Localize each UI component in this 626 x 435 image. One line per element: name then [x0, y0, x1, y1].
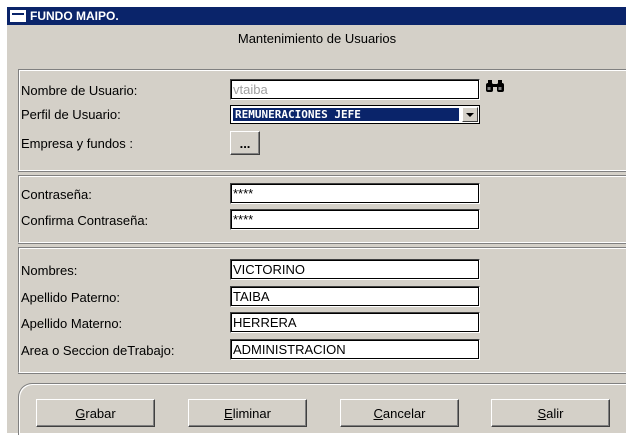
exit-button[interactable]: Salir: [491, 399, 610, 427]
company-label: Empresa y fundos :: [21, 136, 133, 151]
cancel-button-mnemonic: C: [373, 405, 383, 421]
window-title: FUNDO MAIPO.: [30, 9, 119, 23]
profile-dropdown-button[interactable]: [462, 107, 478, 122]
window-icon: [10, 10, 26, 22]
work-area-label: Area o Seccion deTrabajo:: [21, 343, 175, 358]
company-picker-button[interactable]: ...: [230, 131, 260, 155]
confirm-password-label: Confirma Contraseña:: [21, 213, 149, 228]
main-window: FUNDO MAIPO. Mantenimiento de Usuarios N…: [6, 6, 626, 435]
delete-button-mnemonic: E: [224, 405, 233, 421]
paternal-surname-field[interactable]: TAIBA: [230, 286, 480, 307]
confirm-password-field[interactable]: ****: [230, 209, 480, 230]
username-field[interactable]: vtaiba: [230, 79, 480, 100]
profile-label: Perfil de Usuario:: [21, 107, 121, 122]
save-button-mnemonic: G: [75, 405, 86, 421]
title-bar[interactable]: FUNDO MAIPO.: [7, 7, 626, 25]
form-title: Mantenimiento de Usuarios: [237, 31, 397, 46]
password-label: Contraseña:: [21, 187, 92, 202]
save-button-label: rabar: [85, 405, 116, 421]
binoculars-icon[interactable]: [485, 79, 505, 93]
save-button[interactable]: Grabar: [36, 399, 155, 427]
paternal-surname-label: Apellido Paterno:: [21, 290, 121, 305]
maternal-surname-label: Apellido Materno:: [21, 316, 123, 331]
profile-select[interactable]: REMUNERACIONES JEFE: [230, 105, 480, 124]
names-label: Nombres:: [21, 263, 78, 278]
exit-button-label: alir: [546, 405, 564, 421]
exit-button-mnemonic: S: [537, 405, 547, 421]
profile-selected-value: REMUNERACIONES JEFE: [233, 108, 459, 121]
delete-button[interactable]: Eliminar: [188, 399, 307, 427]
password-field[interactable]: ****: [230, 183, 480, 204]
cancel-button-label: ancelar: [382, 405, 426, 421]
username-label: Nombre de Usuario:: [21, 83, 138, 98]
chevron-down-icon: [466, 112, 474, 117]
cancel-button[interactable]: Cancelar: [340, 399, 459, 427]
names-field[interactable]: VICTORINO: [230, 259, 480, 280]
work-area-field[interactable]: ADMINISTRACION: [230, 339, 480, 360]
delete-button-label: liminar: [232, 405, 271, 421]
maternal-surname-field[interactable]: HERRERA: [230, 312, 480, 333]
